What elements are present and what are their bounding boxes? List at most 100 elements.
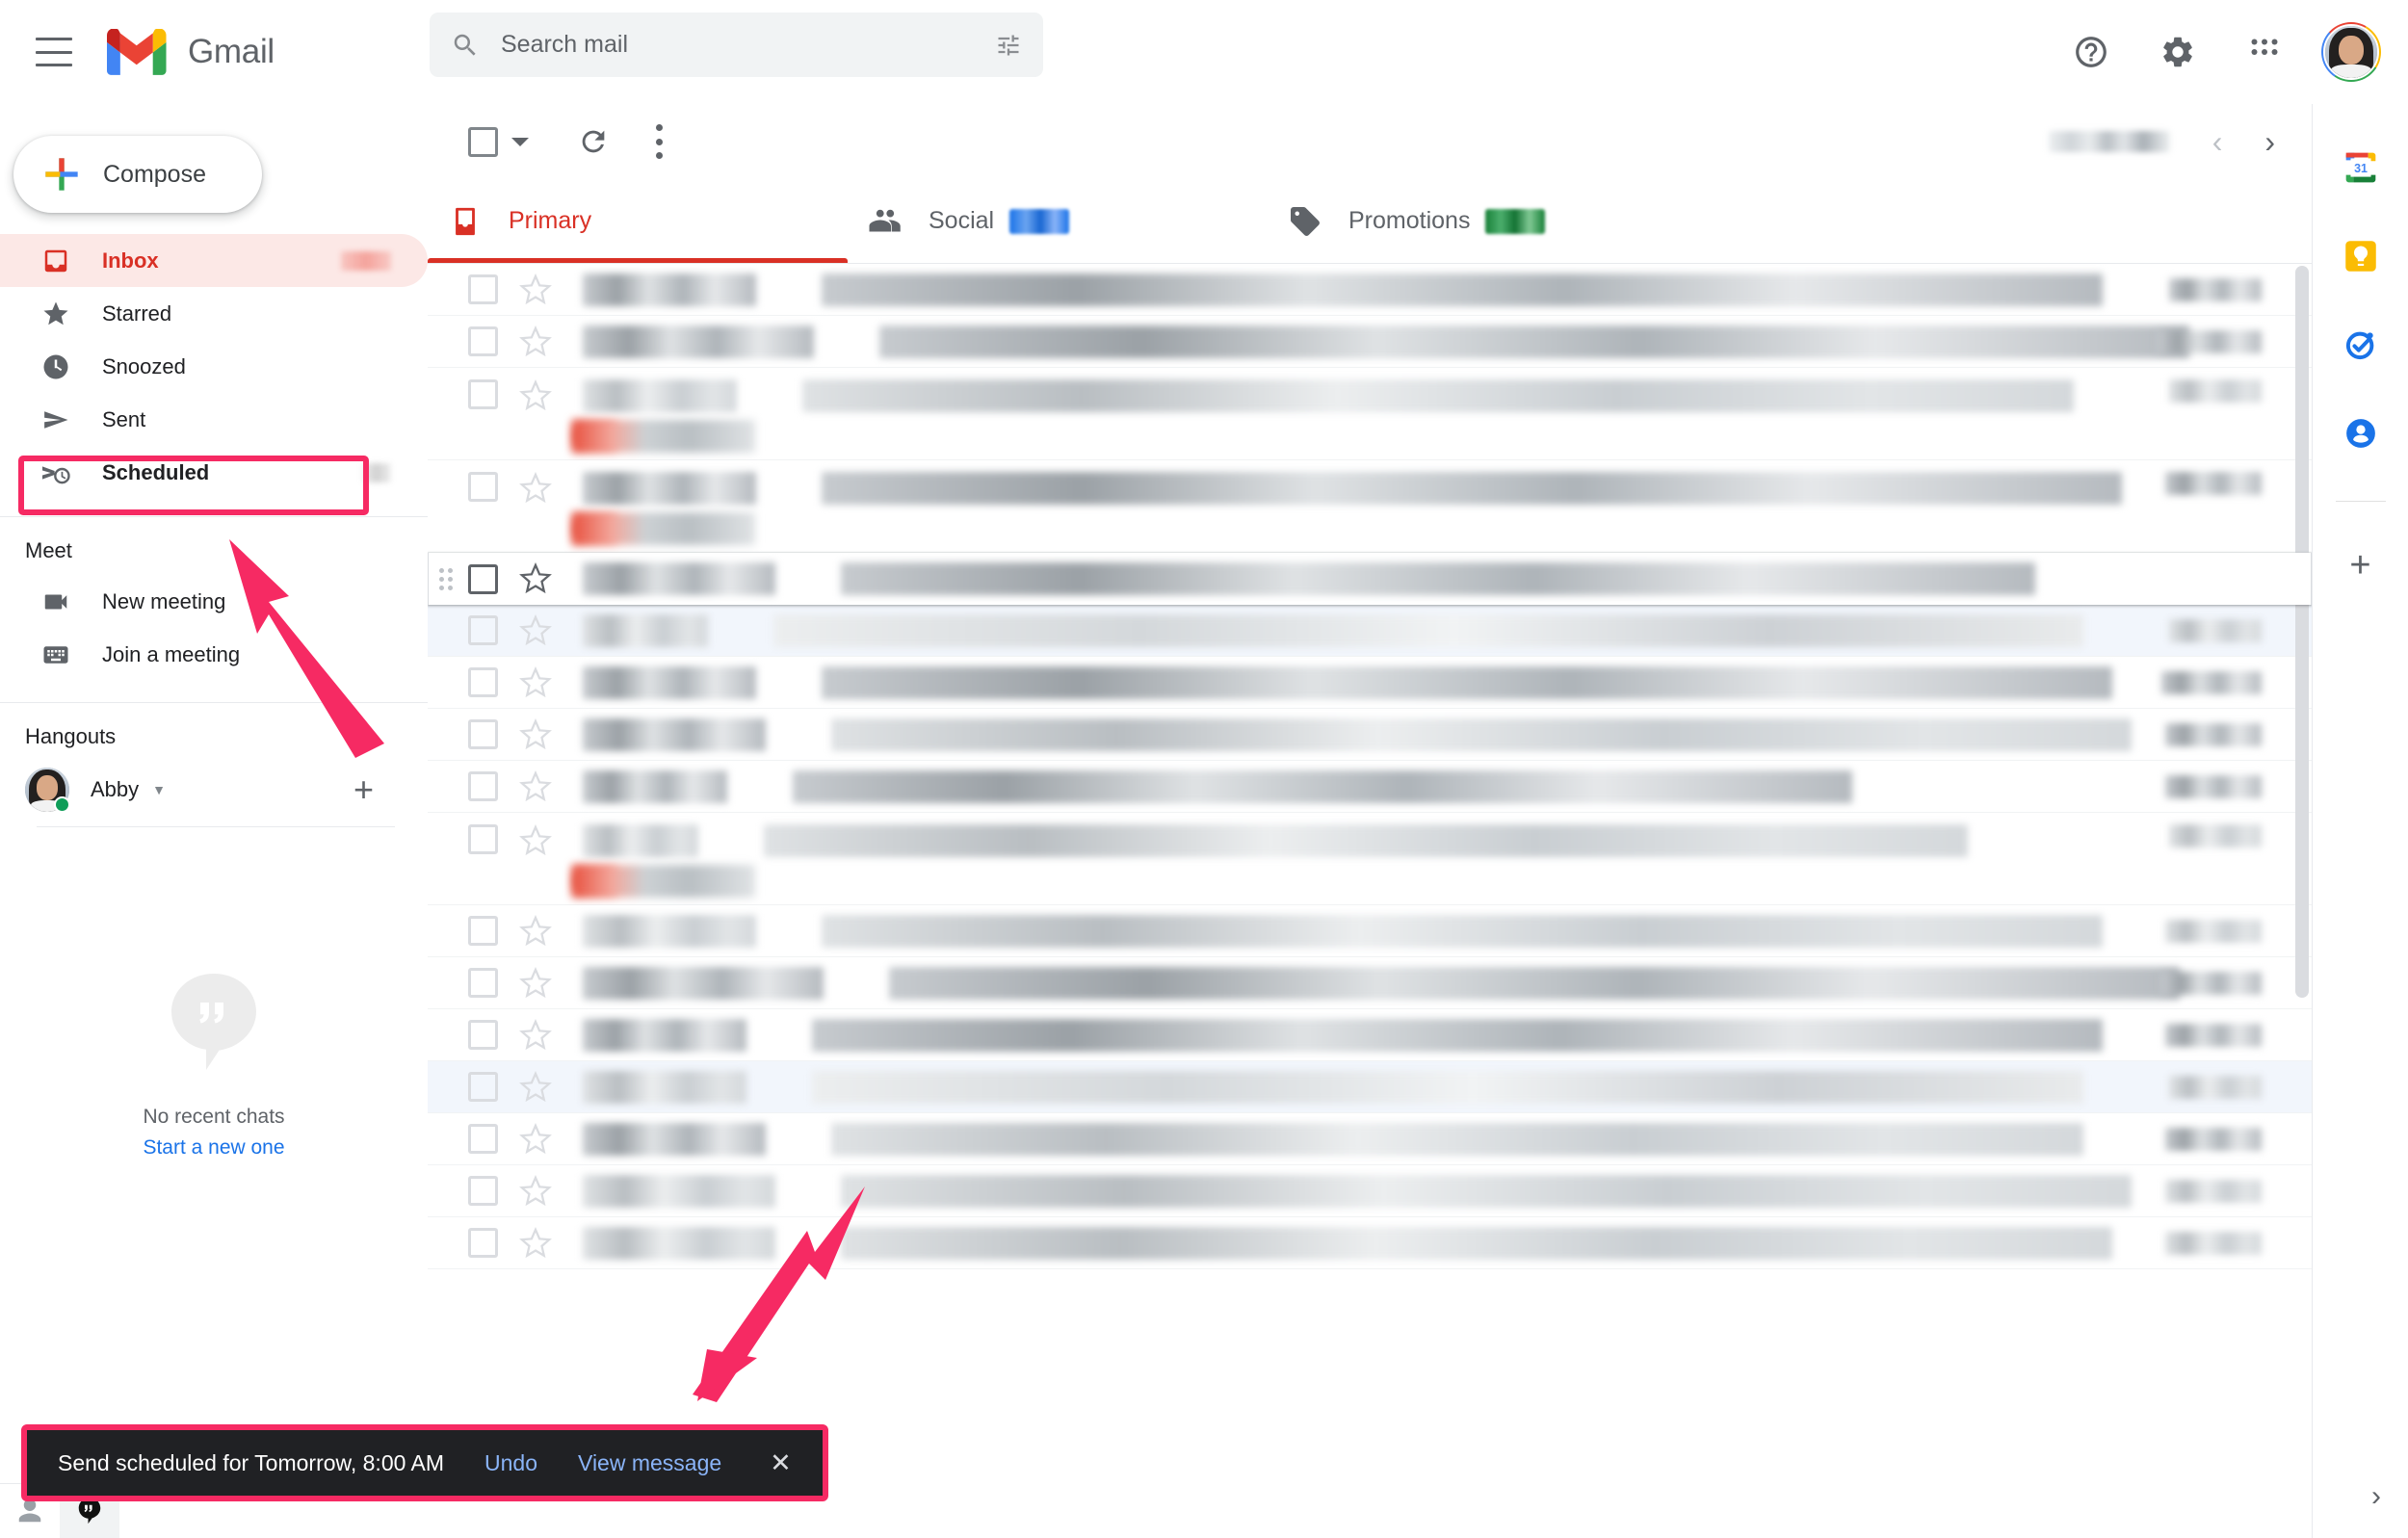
select-all-checkbox[interactable] <box>468 126 529 157</box>
settings-button[interactable] <box>2148 22 2208 82</box>
star-icon[interactable] <box>519 613 552 647</box>
table-row[interactable] <box>428 553 2312 605</box>
drag-handle-icon[interactable] <box>439 568 453 590</box>
table-row[interactable] <box>428 813 2312 905</box>
table-row[interactable] <box>428 1061 2312 1113</box>
sidebar-item-label: New meeting <box>102 588 226 613</box>
tab-promotions[interactable]: Promotions <box>1268 179 1688 263</box>
sidebar-item-new-meeting[interactable]: New meeting <box>0 575 428 628</box>
rail-expand-button[interactable]: › <box>2371 1480 2381 1513</box>
undo-button[interactable]: Undo <box>484 1450 537 1476</box>
sidebar-item-inbox[interactable]: Inbox <box>0 234 428 287</box>
row-checkbox[interactable] <box>468 1020 498 1050</box>
row-checkbox[interactable] <box>468 379 498 409</box>
account-avatar-button[interactable] <box>2321 22 2381 82</box>
star-icon[interactable] <box>519 561 552 595</box>
tab-social[interactable]: Social <box>848 179 1268 263</box>
more-options-button[interactable] <box>654 124 664 159</box>
star-icon[interactable] <box>519 378 552 412</box>
row-checkbox[interactable] <box>468 1228 498 1258</box>
gmail-brand[interactable]: Gmail <box>107 29 275 75</box>
row-checkbox[interactable] <box>468 667 498 697</box>
table-row[interactable] <box>428 1217 2312 1269</box>
row-snippet-redacted <box>572 865 755 898</box>
star-icon[interactable] <box>519 273 552 306</box>
row-checkbox[interactable] <box>468 615 498 645</box>
table-row[interactable] <box>428 1113 2312 1165</box>
row-checkbox[interactable] <box>468 1176 498 1206</box>
refresh-button[interactable] <box>577 125 610 158</box>
star-icon[interactable] <box>519 717 552 751</box>
table-row[interactable] <box>428 460 2312 553</box>
row-checkbox[interactable] <box>468 771 498 801</box>
star-icon[interactable] <box>519 1174 552 1208</box>
row-checkbox[interactable] <box>468 274 498 304</box>
google-apps-button[interactable] <box>2235 22 2294 82</box>
chevron-down-icon[interactable]: ▼ <box>152 782 166 797</box>
search-options-icon[interactable] <box>995 32 1022 59</box>
row-checkbox[interactable] <box>468 326 498 356</box>
refresh-icon <box>582 130 605 153</box>
table-row[interactable] <box>428 1009 2312 1061</box>
table-row[interactable] <box>428 709 2312 761</box>
rail-item-tasks[interactable] <box>2336 320 2386 370</box>
start-new-chat-link[interactable]: Start a new one <box>0 1136 428 1160</box>
prev-page-button[interactable]: ‹ <box>2212 126 2223 157</box>
table-row[interactable] <box>428 316 2312 368</box>
rail-add-button[interactable]: + <box>2336 540 2386 590</box>
table-row[interactable] <box>428 657 2312 709</box>
star-icon[interactable] <box>519 823 552 857</box>
row-checkbox[interactable] <box>468 719 498 749</box>
help-button[interactable] <box>2061 22 2121 82</box>
hamburger-menu-icon[interactable] <box>36 38 72 66</box>
row-subject-redacted <box>822 665 2112 699</box>
view-message-button[interactable]: View message <box>578 1450 721 1476</box>
star-icon[interactable] <box>519 1070 552 1104</box>
search-input[interactable] <box>499 30 995 60</box>
row-checkbox[interactable] <box>468 472 498 502</box>
scheduled-count-redacted <box>362 462 391 482</box>
row-date-redacted <box>2169 618 2262 642</box>
hangouts-current-user[interactable]: Abby ▼ + <box>0 761 428 819</box>
star-icon[interactable] <box>519 769 552 803</box>
row-checkbox[interactable] <box>468 1072 498 1102</box>
tab-primary[interactable]: Primary <box>428 179 848 263</box>
sidebar-item-starred[interactable]: Starred <box>0 287 428 340</box>
table-row[interactable] <box>428 905 2312 957</box>
table-row[interactable] <box>428 605 2312 657</box>
search-bar[interactable] <box>430 13 1043 77</box>
star-icon[interactable] <box>519 325 552 358</box>
star-icon[interactable] <box>519 1226 552 1260</box>
close-icon[interactable]: ✕ <box>770 1448 792 1478</box>
table-row[interactable] <box>428 957 2312 1009</box>
row-checkbox[interactable] <box>468 1124 498 1154</box>
table-row[interactable] <box>428 264 2312 316</box>
star-icon[interactable] <box>519 966 552 1000</box>
mail-list-scrollbar[interactable] <box>2295 266 2309 998</box>
star-icon[interactable] <box>519 914 552 948</box>
sidebar-item-sent[interactable]: Sent <box>0 393 428 446</box>
hangouts-add-button[interactable]: + <box>353 769 374 810</box>
row-checkbox[interactable] <box>468 824 498 854</box>
star-icon[interactable] <box>519 471 552 505</box>
row-checkbox[interactable] <box>468 968 498 998</box>
rail-item-calendar[interactable]: 31 <box>2336 143 2386 193</box>
star-icon[interactable] <box>519 665 552 699</box>
table-row[interactable] <box>428 368 2312 460</box>
sidebar-item-scheduled[interactable]: Scheduled <box>0 446 428 499</box>
next-page-button[interactable]: › <box>2264 126 2275 157</box>
compose-button[interactable]: Compose <box>13 136 262 213</box>
table-row[interactable] <box>428 1165 2312 1217</box>
row-checkbox[interactable] <box>468 563 498 594</box>
rail-item-keep[interactable] <box>2336 231 2386 281</box>
row-checkbox[interactable] <box>468 916 498 946</box>
gmail-app: Gmail Search mail Compose Inbox Starred … <box>0 0 2408 1538</box>
sidebar-item-snoozed[interactable]: Snoozed <box>0 340 428 393</box>
rail-item-contacts[interactable] <box>2336 408 2386 458</box>
star-icon[interactable] <box>519 1018 552 1052</box>
row-sender-redacted <box>583 769 727 803</box>
star-icon[interactable] <box>519 1122 552 1156</box>
table-row[interactable] <box>428 761 2312 813</box>
sidebar-item-join-meeting[interactable]: Join a meeting <box>0 628 428 681</box>
chevron-down-icon[interactable] <box>511 137 529 146</box>
